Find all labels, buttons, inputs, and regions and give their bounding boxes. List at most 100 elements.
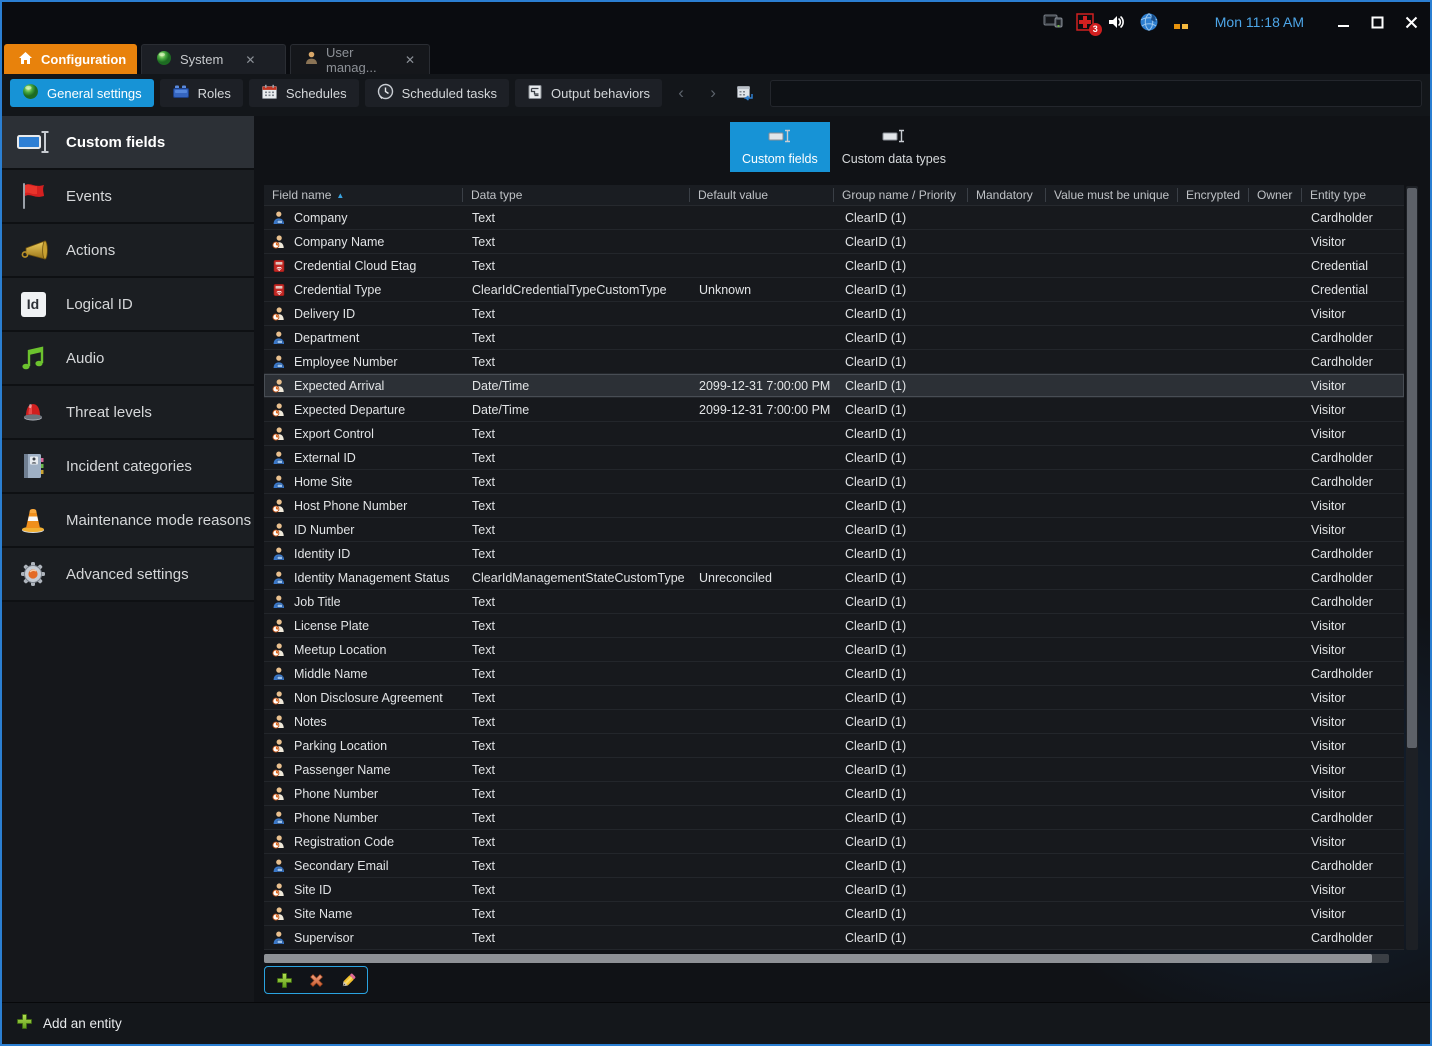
toolbar-general-settings[interactable]: General settings (10, 79, 154, 107)
sidebar-item-advanced-settings[interactable]: Advanced settings (2, 548, 254, 602)
sidebar-item-custom-fields[interactable]: Custom fields (2, 116, 254, 170)
sidebar-item-events[interactable]: Events (2, 170, 254, 224)
header-value-must-be-unique[interactable]: Value must be unique (1045, 188, 1177, 202)
close-tab-icon[interactable]: ✕ (405, 53, 415, 67)
toolbar-search-box[interactable] (770, 80, 1422, 107)
delete-custom-field-button[interactable] (307, 971, 325, 989)
field-name: Site Name (294, 907, 352, 921)
close-tab-icon[interactable]: ✕ (245, 53, 255, 67)
header-mandatory[interactable]: Mandatory (967, 188, 1045, 202)
tab-custom-data-types[interactable]: Custom data types (830, 122, 958, 172)
entity-type-cell: Cardholder (1301, 667, 1404, 681)
table-row[interactable]: Identity ID Text ClearID (1) Cardholder (264, 542, 1404, 566)
table-row[interactable]: Notes Text ClearID (1) Visitor (264, 710, 1404, 734)
tab-user-management[interactable]: User manag... ✕ (290, 44, 430, 74)
field-name: Expected Departure (294, 403, 405, 417)
table-row[interactable]: Credential Cloud Etag Text ClearID (1) C… (264, 254, 1404, 278)
add-custom-field-button[interactable] (275, 971, 293, 989)
edit-custom-field-button[interactable] (339, 971, 357, 989)
table-row[interactable]: Expected Departure Date/Time 2099-12-31 … (264, 398, 1404, 422)
table-row[interactable]: Home Site Text ClearID (1) Cardholder (264, 470, 1404, 494)
add-entity-button[interactable]: Add an entity (43, 1016, 122, 1031)
table-row[interactable]: Employee Number Text ClearID (1) Cardhol… (264, 350, 1404, 374)
sidebar-item-threat-levels[interactable]: Threat levels (2, 386, 254, 440)
table-row[interactable]: External ID Text ClearID (1) Cardholder (264, 446, 1404, 470)
monitoring-icon[interactable] (1043, 12, 1063, 32)
close-button[interactable] (1398, 11, 1424, 33)
field-name-cell: Middle Name (264, 667, 462, 681)
sidebar-item-incident-categories[interactable]: Incident categories (2, 440, 254, 494)
table-row[interactable]: Company Name Text ClearID (1) Visitor (264, 230, 1404, 254)
table-row[interactable]: Middle Name Text ClearID (1) Cardholder (264, 662, 1404, 686)
gear-icon (16, 559, 50, 589)
table-row[interactable]: Passenger Name Text ClearID (1) Visitor (264, 758, 1404, 782)
table-row[interactable]: Site Name Text ClearID (1) Visitor (264, 902, 1404, 926)
table-row[interactable]: Parking Location Text ClearID (1) Visito… (264, 734, 1404, 758)
table-row[interactable]: License Plate Text ClearID (1) Visitor (264, 614, 1404, 638)
minimize-button[interactable] (1330, 11, 1356, 33)
field-name: External ID (294, 451, 356, 465)
table-row[interactable]: Phone Number Text ClearID (1) Cardholder (264, 806, 1404, 830)
group-name-cell: ClearID (1) (833, 859, 967, 873)
entity-type-cell: Cardholder (1301, 595, 1404, 609)
health-warning-icon[interactable]: 3 (1075, 12, 1095, 32)
table-row[interactable]: Phone Number Text ClearID (1) Visitor (264, 782, 1404, 806)
toolbar-schedules[interactable]: Schedules (249, 79, 359, 107)
header-encrypted[interactable]: Encrypted (1177, 188, 1248, 202)
add-entity-plus-icon[interactable] (16, 1013, 33, 1035)
group-name-cell: ClearID (1) (833, 571, 967, 585)
home-icon (18, 51, 33, 68)
toolbar-roles[interactable]: Roles (160, 79, 243, 107)
header-owner[interactable]: Owner (1248, 188, 1301, 202)
table-row[interactable]: Company Text ClearID (1) Cardholder (264, 206, 1404, 230)
header-data-type[interactable]: Data type (462, 188, 689, 202)
vertical-scrollbar[interactable] (1406, 186, 1418, 950)
horizontal-scrollbar[interactable] (264, 954, 1389, 963)
network-globe-icon[interactable] (1139, 12, 1159, 32)
table-row[interactable]: Export Control Text ClearID (1) Visitor (264, 422, 1404, 446)
entity-type-cell: Visitor (1301, 427, 1404, 441)
data-type-cell: Text (462, 427, 689, 441)
header-group-name-priority[interactable]: Group name / Priority (833, 188, 967, 202)
field-name-cell: Notes (264, 715, 462, 729)
table-row[interactable]: Delivery ID Text ClearID (1) Visitor (264, 302, 1404, 326)
entity-type-cell: Cardholder (1301, 931, 1404, 945)
tab-custom-fields[interactable]: Custom fields (730, 122, 830, 172)
sidebar: Custom fields Events Actions Id Logical … (2, 116, 254, 1002)
table-row[interactable]: Credential Type ClearIdCredentialTypeCus… (264, 278, 1404, 302)
group-name-cell: ClearID (1) (833, 883, 967, 897)
tab-system[interactable]: System ✕ (141, 44, 286, 74)
table-row[interactable]: Supervisor Text ClearID (1) Cardholder (264, 926, 1404, 950)
table-row[interactable]: Registration Code Text ClearID (1) Visit… (264, 830, 1404, 854)
toolbar-scheduled-tasks[interactable]: Scheduled tasks (365, 79, 509, 107)
table-row[interactable]: Site ID Text ClearID (1) Visitor (264, 878, 1404, 902)
table-row[interactable]: Meetup Location Text ClearID (1) Visitor (264, 638, 1404, 662)
header-entity-type[interactable]: Entity type (1301, 188, 1404, 202)
nav-back-icon[interactable]: ‹ (668, 83, 694, 103)
header-default-value[interactable]: Default value (689, 188, 833, 202)
sidebar-item-actions[interactable]: Actions (2, 224, 254, 278)
table-row[interactable]: Secondary Email Text ClearID (1) Cardhol… (264, 854, 1404, 878)
speaker-icon[interactable] (1107, 12, 1127, 32)
table-row[interactable]: Non Disclosure Agreement Text ClearID (1… (264, 686, 1404, 710)
tab-configuration[interactable]: Configuration (4, 44, 137, 74)
table-row[interactable]: Job Title Text ClearID (1) Cardholder (264, 590, 1404, 614)
nav-forward-icon[interactable]: › (700, 83, 726, 103)
horizontal-scrollbar-thumb[interactable] (264, 954, 1372, 963)
vertical-scrollbar-thumb[interactable] (1407, 188, 1417, 748)
table-row[interactable]: Identity Management Status ClearIdManage… (264, 566, 1404, 590)
sidebar-item-audio[interactable]: Audio (2, 332, 254, 386)
data-type-cell: Text (462, 835, 689, 849)
field-name-cell: Department (264, 331, 462, 345)
status-bars-icon[interactable] (1171, 15, 1191, 29)
copy-configuration-icon[interactable] (732, 85, 758, 102)
toolbar-output-behaviors[interactable]: Output behaviors (515, 79, 662, 107)
maximize-button[interactable] (1364, 11, 1390, 33)
table-row[interactable]: Department Text ClearID (1) Cardholder (264, 326, 1404, 350)
table-row[interactable]: Expected Arrival Date/Time 2099-12-31 7:… (264, 374, 1404, 398)
sidebar-item-maintenance-mode-reasons[interactable]: Maintenance mode reasons (2, 494, 254, 548)
sidebar-item-logical-id[interactable]: Id Logical ID (2, 278, 254, 332)
table-row[interactable]: Host Phone Number Text ClearID (1) Visit… (264, 494, 1404, 518)
header-field-name[interactable]: Field name▲ (264, 188, 462, 202)
table-row[interactable]: ID Number Text ClearID (1) Visitor (264, 518, 1404, 542)
